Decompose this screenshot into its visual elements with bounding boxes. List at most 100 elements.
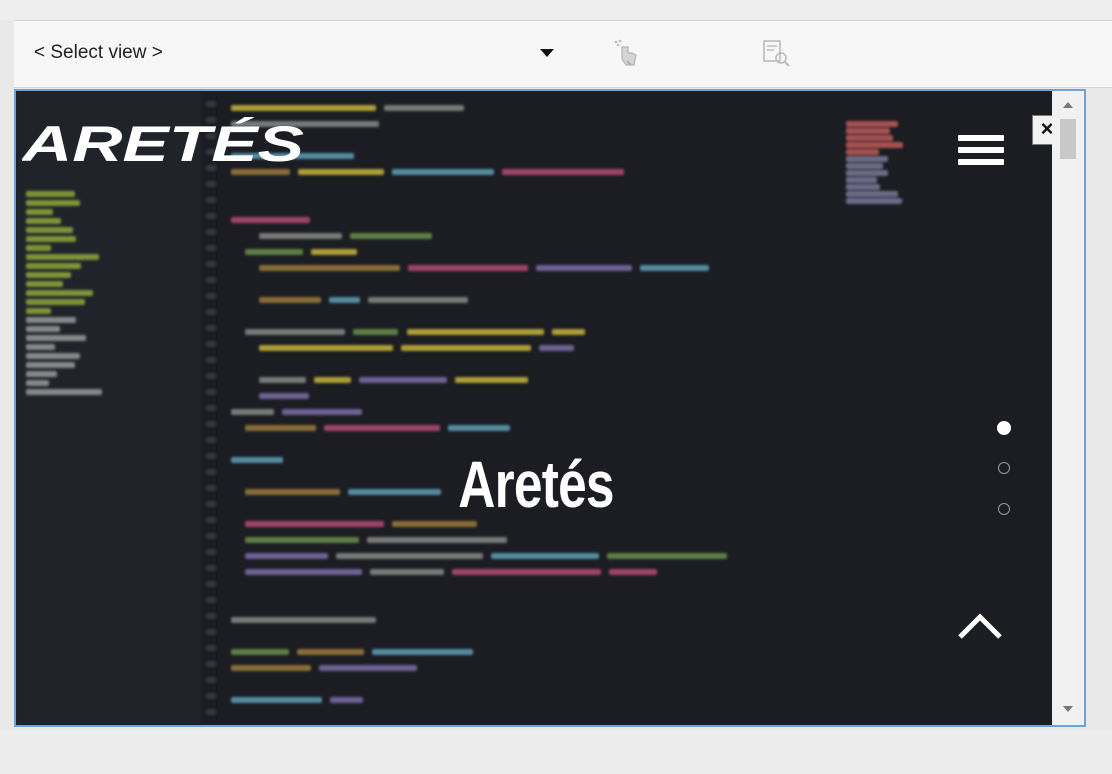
- vertical-scrollbar[interactable]: [1052, 91, 1084, 725]
- code-line-decoration: [26, 191, 76, 197]
- code-line-decoration: [282, 409, 362, 415]
- code-line-decoration: [369, 569, 444, 575]
- code-line-decoration: [296, 649, 364, 655]
- code-line-decoration: [846, 135, 893, 141]
- carousel-dot[interactable]: [998, 462, 1010, 474]
- code-line-decoration: [353, 329, 399, 335]
- code-line-decoration: [640, 265, 710, 271]
- scroll-down-arrow-icon[interactable]: [1052, 699, 1084, 719]
- hamburger-menu-icon[interactable]: [958, 135, 1004, 171]
- code-line-decoration: [206, 229, 216, 235]
- code-line-decoration: [26, 218, 61, 224]
- code-line-decoration: [539, 345, 574, 351]
- code-line-decoration: [451, 569, 601, 575]
- code-line-decoration: [26, 272, 71, 278]
- code-line-decoration: [319, 665, 418, 671]
- code-line-decoration: [408, 265, 528, 271]
- code-line-decoration: [206, 213, 216, 219]
- code-line-decoration: [846, 156, 889, 162]
- code-line-decoration: [608, 569, 658, 575]
- code-line-decoration: [206, 501, 216, 507]
- code-line-decoration: [231, 649, 289, 655]
- code-line-decoration: [455, 377, 528, 383]
- code-line-decoration: [26, 317, 76, 323]
- code-line-decoration: [231, 665, 312, 671]
- code-line-decoration: [846, 142, 903, 148]
- inspect-frame-icon[interactable]: [758, 35, 794, 71]
- code-line-decoration: [26, 254, 99, 260]
- scroll-up-arrow-icon[interactable]: [1052, 95, 1084, 115]
- code-line-decoration: [231, 105, 376, 111]
- code-line-decoration: [26, 335, 87, 341]
- code-line-decoration: [245, 425, 316, 431]
- code-line-decoration: [406, 329, 545, 335]
- code-line-decoration: [846, 198, 902, 204]
- code-line-decoration: [206, 533, 216, 539]
- code-line-decoration: [259, 345, 394, 351]
- code-line-decoration: [206, 645, 216, 651]
- code-line-decoration: [206, 277, 216, 283]
- code-line-decoration: [26, 281, 64, 287]
- code-line-decoration: [846, 170, 888, 176]
- code-line-decoration: [259, 297, 321, 303]
- select-view-dropdown[interactable]: < Select view >: [20, 33, 560, 73]
- code-line-decoration: [206, 373, 216, 379]
- code-line-decoration: [349, 233, 433, 239]
- window-top-strip: [0, 0, 1112, 20]
- code-line-decoration: [26, 380, 49, 386]
- code-line-decoration: [358, 377, 448, 383]
- carousel-dot[interactable]: [998, 503, 1010, 515]
- code-line-decoration: [245, 329, 346, 335]
- code-line-decoration: [206, 661, 216, 667]
- code-line-decoration: [26, 236, 77, 242]
- carousel-dot[interactable]: [997, 421, 1011, 435]
- code-line-decoration: [26, 308, 51, 314]
- code-line-decoration: [401, 345, 531, 351]
- code-line-decoration: [206, 101, 216, 107]
- code-line-decoration: [206, 469, 216, 475]
- code-line-decoration: [245, 537, 360, 543]
- code-line-decoration: [846, 177, 877, 183]
- code-line-decoration: [26, 371, 57, 377]
- code-line-decoration: [490, 553, 599, 559]
- code-line-decoration: [206, 517, 216, 523]
- code-line-decoration: [26, 299, 86, 305]
- code-line-decoration: [206, 485, 216, 491]
- code-line-decoration: [606, 553, 727, 559]
- code-line-decoration: [259, 377, 307, 383]
- code-line-decoration: [206, 309, 216, 315]
- code-line-decoration: [552, 329, 585, 335]
- code-line-decoration: [206, 581, 216, 587]
- code-line-decoration: [383, 105, 464, 111]
- select-view-value: < Select view >: [34, 42, 163, 63]
- code-line-decoration: [26, 263, 82, 269]
- code-line-decoration: [26, 389, 103, 395]
- code-line-decoration: [329, 297, 360, 303]
- code-line-decoration: [245, 249, 304, 255]
- logo-text: ARETÉS: [22, 117, 304, 165]
- scrollbar-thumb[interactable]: [1060, 119, 1076, 159]
- code-line-decoration: [245, 569, 362, 575]
- code-line-decoration: [846, 121, 899, 127]
- code-line-decoration: [259, 393, 309, 399]
- code-line-decoration: [206, 437, 216, 443]
- code-line-decoration: [206, 709, 216, 715]
- code-line-decoration: [323, 425, 440, 431]
- touch-gesture-icon[interactable]: [608, 35, 644, 71]
- code-line-decoration: [231, 617, 377, 623]
- aretes-logo[interactable]: ARETÉS: [19, 116, 306, 172]
- code-line-decoration: [502, 169, 624, 175]
- code-line-decoration: [367, 297, 469, 303]
- code-line-decoration: [206, 357, 216, 363]
- code-line-decoration: [26, 290, 93, 296]
- code-line-decoration: [335, 553, 483, 559]
- code-line-decoration: [206, 453, 216, 459]
- code-line-decoration: [206, 261, 216, 267]
- editor-sidebar-decoration: [16, 91, 201, 725]
- code-line-decoration: [231, 409, 275, 415]
- code-line-decoration: [371, 649, 474, 655]
- code-line-decoration: [846, 191, 898, 197]
- scroll-to-top-icon[interactable]: [956, 607, 1004, 643]
- code-line-decoration: [206, 677, 216, 683]
- code-line-decoration: [330, 697, 364, 703]
